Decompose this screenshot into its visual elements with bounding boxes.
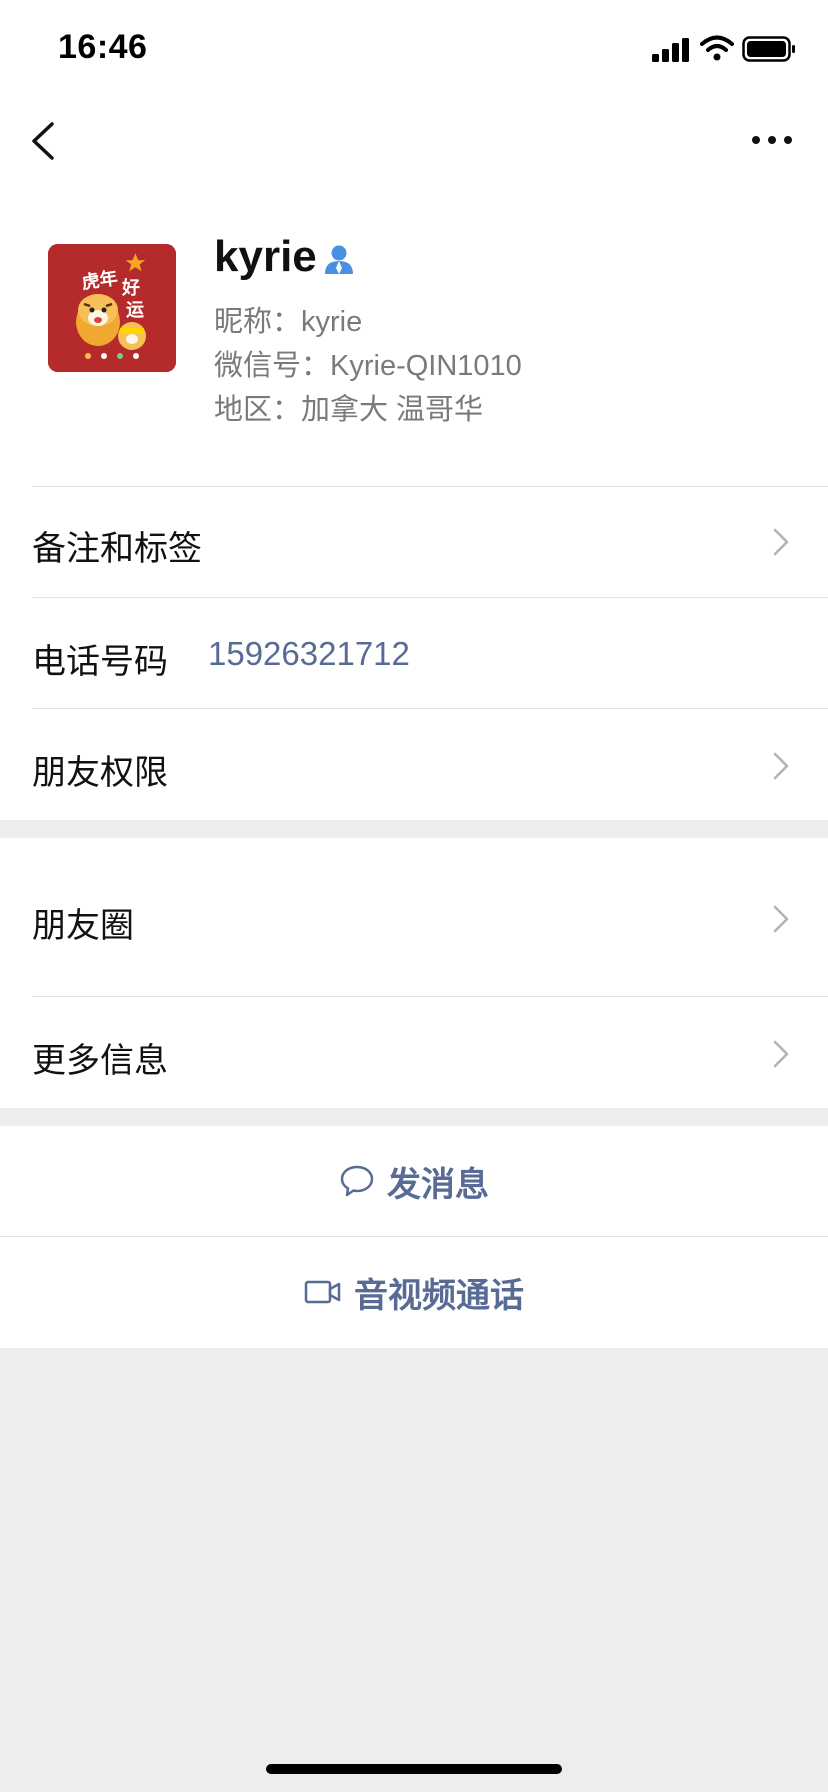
more-info-row-label: 更多信息 (32, 1042, 168, 1080)
chevron-right-icon (773, 1040, 789, 1068)
phone-number-row[interactable]: 电话号码 15926321712 (0, 598, 828, 708)
home-indicator[interactable] (266, 1764, 562, 1774)
phone-row-label: 电话号码 (32, 643, 168, 681)
status-time: 16:46 (58, 28, 148, 66)
more-options-button[interactable] (748, 124, 796, 156)
audio-video-call-label: 音视频通话 (354, 1276, 524, 1315)
back-button[interactable] (26, 118, 62, 164)
section-gap (0, 820, 828, 838)
region-text: 地区：加拿大 温哥华 (214, 394, 484, 426)
friend-permissions-row[interactable]: 朋友权限 (0, 709, 828, 820)
chevron-right-icon (773, 905, 789, 933)
section-gap (0, 1108, 828, 1126)
avatar[interactable]: 虎年 好 运 (48, 244, 176, 372)
svg-text:运: 运 (126, 300, 144, 321)
permissions-row-label: 朋友权限 (32, 754, 168, 792)
remark-and-tags-row[interactable]: 备注和标签 (0, 487, 828, 597)
wechat-id-text: 微信号：Kyrie-QIN1010 (214, 350, 522, 382)
contact-profile-screen: 16:46 虎年 好 运 kyrie 昵称：kyrie 微信号：Kyrie-QI… (0, 0, 828, 1792)
nickname-text: 昵称：kyrie (214, 306, 363, 338)
remark-row-label: 备注和标签 (32, 530, 202, 568)
wifi-icon (700, 35, 734, 61)
moments-row[interactable]: 朋友圈 (0, 838, 828, 996)
chevron-right-icon (773, 752, 789, 780)
tiger-avatar-image: 虎年 好 运 (48, 244, 176, 372)
chevron-right-icon (773, 528, 789, 556)
svg-text:好: 好 (121, 277, 140, 299)
more-info-row[interactable]: 更多信息 (0, 997, 828, 1108)
profile-name: kyrie (214, 232, 317, 281)
battery-icon (742, 36, 795, 62)
audio-video-call-button[interactable]: 音视频通话 (0, 1237, 828, 1347)
phone-number-value[interactable]: 15926321712 (208, 635, 410, 673)
person-badge-icon (325, 245, 353, 274)
chat-bubble-icon (340, 1165, 374, 1197)
moments-row-label: 朋友圈 (32, 907, 134, 945)
send-message-button[interactable]: 发消息 (0, 1126, 828, 1236)
cellular-signal-icon (652, 38, 689, 62)
video-camera-icon (304, 1280, 341, 1304)
send-message-label: 发消息 (387, 1165, 489, 1204)
